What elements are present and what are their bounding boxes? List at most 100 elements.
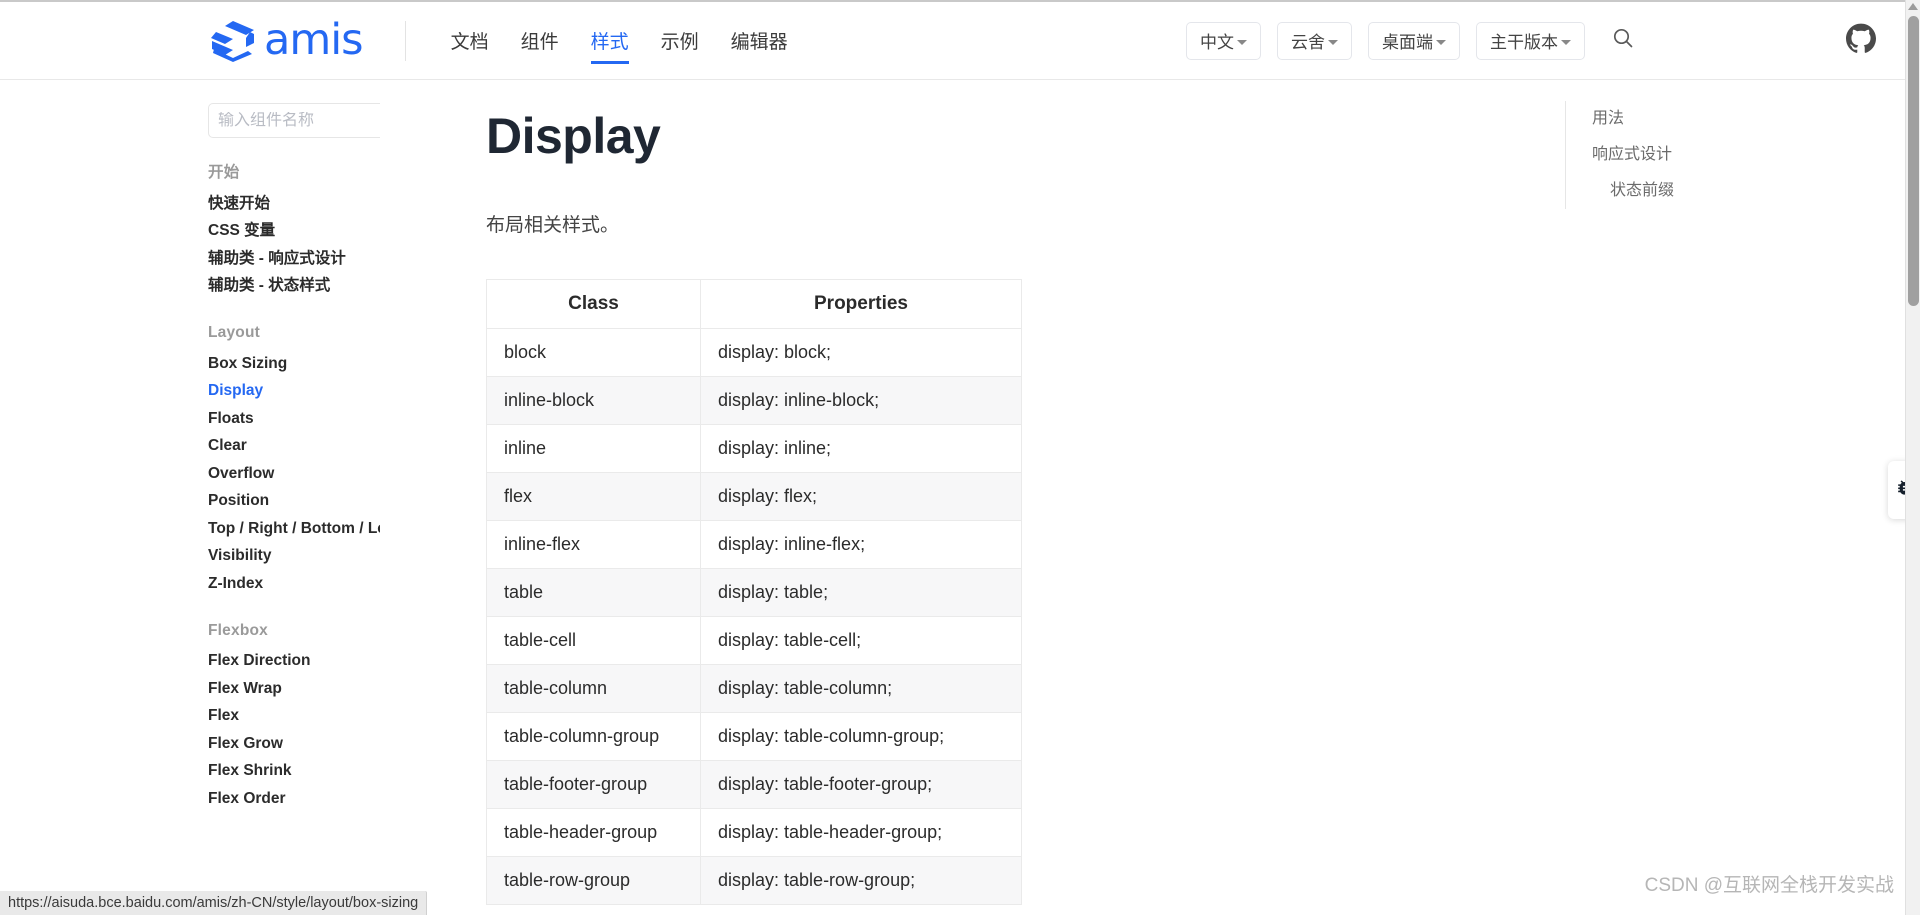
header-divider bbox=[404, 20, 406, 61]
body-area: 开始 快速开始 CSS 变量 辅助类 - 响应式设计 辅助类 - 状态样式 La… bbox=[0, 81, 1905, 915]
table-row: inline display: inline; bbox=[486, 424, 1022, 473]
main-content: Display 布局相关样式。 Class Properties block di… bbox=[400, 81, 1545, 905]
table-row: table-cell display: table-cell; bbox=[486, 616, 1022, 665]
page-description: 布局相关样式。 bbox=[486, 215, 620, 236]
status-bar-url: https://aisuda.bce.baidu.com/amis/zh-CN/… bbox=[0, 891, 428, 915]
sidebar-item-flex-direction[interactable]: Flex Direction bbox=[208, 648, 380, 676]
sidebar-item-flex-grow[interactable]: Flex Grow bbox=[208, 730, 380, 758]
cell-properties: display: block; bbox=[700, 328, 1022, 377]
table-row: inline-block display: inline-block; bbox=[486, 376, 1022, 425]
sidebar-item-position[interactable]: Position bbox=[208, 488, 380, 516]
cell-class: inline-block bbox=[486, 376, 701, 425]
language-selector[interactable]: 中文 bbox=[1186, 21, 1261, 60]
nav-item-components[interactable]: 组件 bbox=[521, 2, 559, 80]
csdn-watermark: CSDN @互联网全栈开发实战 bbox=[1644, 875, 1894, 896]
search-icon bbox=[1612, 27, 1634, 54]
cell-class: table-footer-group bbox=[486, 760, 701, 809]
cell-properties: display: flex; bbox=[700, 472, 1022, 521]
toc-item-responsive-design[interactable]: 响应式设计 bbox=[1592, 137, 1745, 173]
chevron-down-icon bbox=[1561, 39, 1571, 45]
chevron-down-icon bbox=[1328, 39, 1338, 45]
table-row: table display: table; bbox=[486, 568, 1022, 617]
sidebar-item-css-variables[interactable]: CSS 变量 bbox=[208, 218, 380, 246]
table-body: block display: block; inline-block display… bbox=[486, 328, 1022, 905]
component-search-box[interactable] bbox=[208, 103, 380, 138]
table-row: table-column display: table-column; bbox=[486, 664, 1022, 713]
cell-properties: display: table-cell; bbox=[700, 616, 1022, 665]
sidebar-item-flex-order[interactable]: Flex Order bbox=[208, 785, 380, 813]
github-link[interactable] bbox=[1839, 19, 1883, 63]
nav-item-editor[interactable]: 编辑器 bbox=[731, 2, 788, 80]
chevron-down-icon bbox=[1436, 39, 1446, 45]
nav-item-examples[interactable]: 示例 bbox=[661, 2, 699, 80]
sidebar-item-flex-wrap[interactable]: Flex Wrap bbox=[208, 675, 380, 703]
table-row: block display: block; bbox=[486, 328, 1022, 377]
amis-logo-icon bbox=[208, 17, 258, 65]
sidebar-group-title-layout: Layout bbox=[208, 324, 261, 341]
search-input[interactable] bbox=[218, 111, 380, 130]
left-sidebar: 开始 快速开始 CSS 变量 辅助类 - 响应式设计 辅助类 - 状态样式 La… bbox=[0, 81, 380, 915]
sidebar-item-floats[interactable]: Floats bbox=[208, 405, 380, 433]
sidebar-item-responsive-helpers[interactable]: 辅助类 - 响应式设计 bbox=[208, 245, 380, 273]
table-row: inline-flex display: inline-flex; bbox=[486, 520, 1022, 569]
display-classes-table: Class Properties block display: block; in… bbox=[486, 279, 1022, 905]
table-header-row: Class Properties bbox=[486, 279, 1022, 329]
sidebar-item-clear[interactable]: Clear bbox=[208, 433, 380, 461]
sidebar-item-flex[interactable]: Flex bbox=[208, 703, 380, 731]
toc-item-state-prefix[interactable]: 状态前缀 bbox=[1592, 173, 1745, 209]
cell-properties: display: table-footer-group; bbox=[700, 760, 1022, 809]
toc-item-usage[interactable]: 用法 bbox=[1592, 101, 1745, 137]
cell-class: table-column-group bbox=[486, 712, 701, 761]
version-selector[interactable]: 主干版本 bbox=[1476, 21, 1585, 60]
nav-item-style[interactable]: 样式 bbox=[590, 2, 629, 80]
table-head: Class Properties bbox=[486, 279, 1022, 329]
column-header-properties: Properties bbox=[700, 279, 1022, 329]
amis-logo-text: amis bbox=[264, 15, 364, 65]
chevron-down-icon bbox=[1237, 39, 1247, 45]
cell-properties: display: table-row-group; bbox=[700, 856, 1022, 905]
sidebar-nav: 开始 快速开始 CSS 变量 辅助类 - 响应式设计 辅助类 - 状态样式 La… bbox=[208, 160, 380, 813]
sidebar-item-box-sizing[interactable]: Box Sizing bbox=[208, 350, 380, 378]
theme-selector-label: 云舍 bbox=[1291, 33, 1325, 52]
sidebar-item-flex-shrink[interactable]: Flex Shrink bbox=[208, 758, 380, 786]
sidebar-item-visibility[interactable]: Visibility bbox=[208, 543, 380, 571]
table-row: table-column-group display: table-column-… bbox=[486, 712, 1022, 761]
sidebar-item-state-helpers[interactable]: 辅助类 - 状态样式 bbox=[208, 273, 380, 301]
version-selector-label: 主干版本 bbox=[1490, 33, 1558, 52]
cell-class: table-row-group bbox=[486, 856, 701, 905]
main-nav: 文档 组件 样式 示例 编辑器 bbox=[451, 2, 788, 80]
page-scrollbar[interactable] bbox=[1905, 0, 1920, 915]
scroll-up-arrow-icon[interactable] bbox=[1908, 3, 1918, 10]
cell-class: inline bbox=[486, 424, 701, 473]
device-selector[interactable]: 桌面端 bbox=[1368, 21, 1460, 60]
cell-class: block bbox=[486, 328, 701, 377]
language-selector-label: 中文 bbox=[1200, 33, 1234, 52]
cell-properties: display: inline; bbox=[700, 424, 1022, 473]
cell-class: table bbox=[486, 568, 701, 617]
amis-logo[interactable]: amis bbox=[208, 15, 364, 65]
header-actions: 中文 云舍 桌面端 主干版本 bbox=[1186, 19, 1905, 63]
page-title: Display bbox=[486, 108, 661, 164]
sidebar-item-z-index[interactable]: Z-Index bbox=[208, 570, 380, 598]
scrollbar-thumb[interactable] bbox=[1908, 16, 1919, 306]
github-icon bbox=[1846, 23, 1876, 58]
cell-properties: display: inline-flex; bbox=[700, 520, 1022, 569]
sidebar-item-display[interactable]: Display bbox=[208, 378, 380, 406]
cell-class: table-cell bbox=[486, 616, 701, 665]
cell-properties: display: table-header-group; bbox=[700, 808, 1022, 857]
nav-item-docs[interactable]: 文档 bbox=[451, 2, 489, 80]
theme-selector[interactable]: 云舍 bbox=[1277, 21, 1352, 60]
header-search-button[interactable] bbox=[1601, 19, 1645, 63]
table-row: table-footer-group display: table-footer-… bbox=[486, 760, 1022, 809]
site-header: amis 文档 组件 样式 示例 编辑器 中文 云舍 桌面端 主干版本 bbox=[0, 2, 1905, 80]
sidebar-item-overflow[interactable]: Overflow bbox=[208, 460, 380, 488]
table-row: table-row-group display: table-row-group; bbox=[486, 856, 1022, 905]
sidebar-item-trbl[interactable]: Top / Right / Bottom / Left bbox=[208, 515, 380, 543]
cell-properties: display: table; bbox=[700, 568, 1022, 617]
table-row: flex display: flex; bbox=[486, 472, 1022, 521]
device-selector-label: 桌面端 bbox=[1382, 33, 1433, 52]
sidebar-item-quick-start[interactable]: 快速开始 bbox=[208, 190, 380, 218]
cell-properties: display: inline-block; bbox=[700, 376, 1022, 425]
cell-class: flex bbox=[486, 472, 701, 521]
table-of-contents: 用法 响应式设计 状态前缀 bbox=[1565, 101, 1745, 209]
